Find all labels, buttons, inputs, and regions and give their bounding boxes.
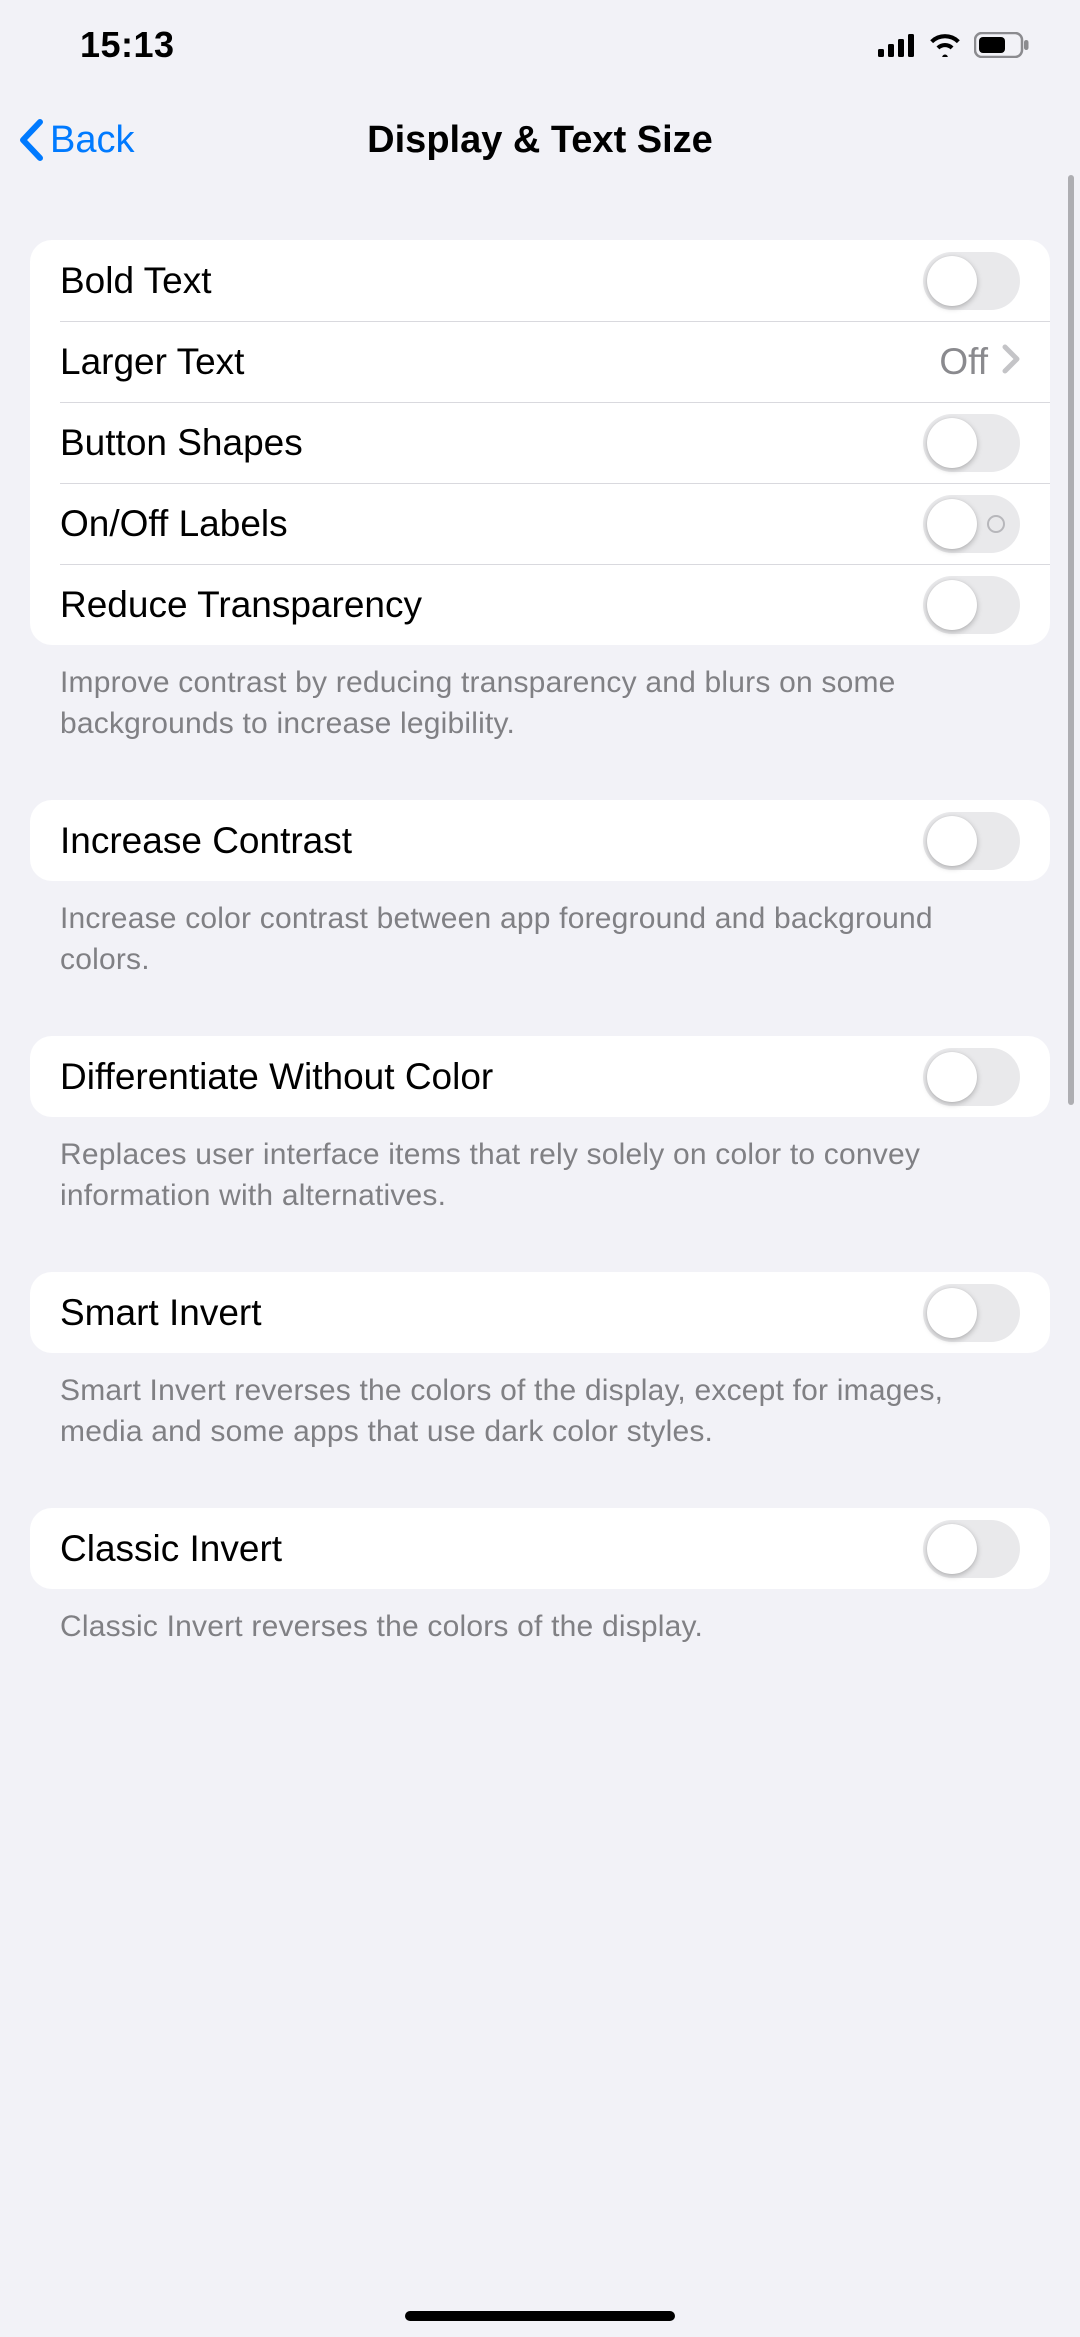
row-larger-text[interactable]: Larger Text Off (30, 321, 1050, 402)
group-footer: Increase color contrast between app fore… (30, 881, 1050, 980)
row-value: Off (939, 341, 988, 383)
row-label: Classic Invert (60, 1528, 282, 1570)
settings-group: Increase Contrast (30, 800, 1050, 881)
home-indicator[interactable] (405, 2311, 675, 2321)
back-button[interactable]: Back (0, 119, 134, 162)
group-footer: Replaces user interface items that rely … (30, 1117, 1050, 1216)
row-button-shapes[interactable]: Button Shapes (30, 402, 1050, 483)
row-differentiate-without-color[interactable]: Differentiate Without Color (30, 1036, 1050, 1117)
chevron-left-icon (18, 119, 44, 161)
back-label: Back (50, 119, 134, 162)
nav-header: Back Display & Text Size (0, 90, 1080, 190)
status-time: 15:13 (80, 24, 175, 66)
classic-invert-toggle[interactable] (923, 1520, 1020, 1578)
group-footer: Smart Invert reverses the colors of the … (30, 1353, 1050, 1452)
row-label: Smart Invert (60, 1292, 262, 1334)
settings-group: Smart Invert (30, 1272, 1050, 1353)
row-label: Increase Contrast (60, 820, 352, 862)
status-icons (878, 32, 1030, 58)
row-on-off-labels[interactable]: On/Off Labels (30, 483, 1050, 564)
content: Bold Text Larger Text Off Button Shapes … (0, 190, 1080, 1648)
differentiate-without-color-toggle[interactable] (923, 1048, 1020, 1106)
bold-text-toggle[interactable] (923, 252, 1020, 310)
settings-group: Differentiate Without Color (30, 1036, 1050, 1117)
reduce-transparency-toggle[interactable] (923, 576, 1020, 634)
increase-contrast-toggle[interactable] (923, 812, 1020, 870)
wifi-icon (928, 33, 962, 57)
row-label: Differentiate Without Color (60, 1056, 493, 1098)
scroll-indicator[interactable] (1068, 175, 1074, 1105)
smart-invert-toggle[interactable] (923, 1284, 1020, 1342)
row-label: Larger Text (60, 341, 244, 383)
group-footer: Improve contrast by reducing transparenc… (30, 645, 1050, 744)
settings-group: Classic Invert (30, 1508, 1050, 1589)
row-label: Bold Text (60, 260, 212, 302)
page-title: Display & Text Size (367, 119, 713, 162)
on-off-labels-toggle[interactable] (923, 495, 1020, 553)
row-reduce-transparency[interactable]: Reduce Transparency (30, 564, 1050, 645)
battery-icon (974, 32, 1030, 58)
row-classic-invert[interactable]: Classic Invert (30, 1508, 1050, 1589)
row-smart-invert[interactable]: Smart Invert (30, 1272, 1050, 1353)
row-label: Reduce Transparency (60, 584, 422, 626)
group-footer: Classic Invert reverses the colors of th… (30, 1589, 1050, 1648)
status-bar: 15:13 (0, 0, 1080, 90)
row-bold-text[interactable]: Bold Text (30, 240, 1050, 321)
row-increase-contrast[interactable]: Increase Contrast (30, 800, 1050, 881)
row-label: On/Off Labels (60, 503, 288, 545)
cellular-signal-icon (878, 33, 916, 57)
chevron-right-icon (1002, 344, 1020, 379)
button-shapes-toggle[interactable] (923, 414, 1020, 472)
settings-group: Bold Text Larger Text Off Button Shapes … (30, 240, 1050, 645)
row-label: Button Shapes (60, 422, 303, 464)
